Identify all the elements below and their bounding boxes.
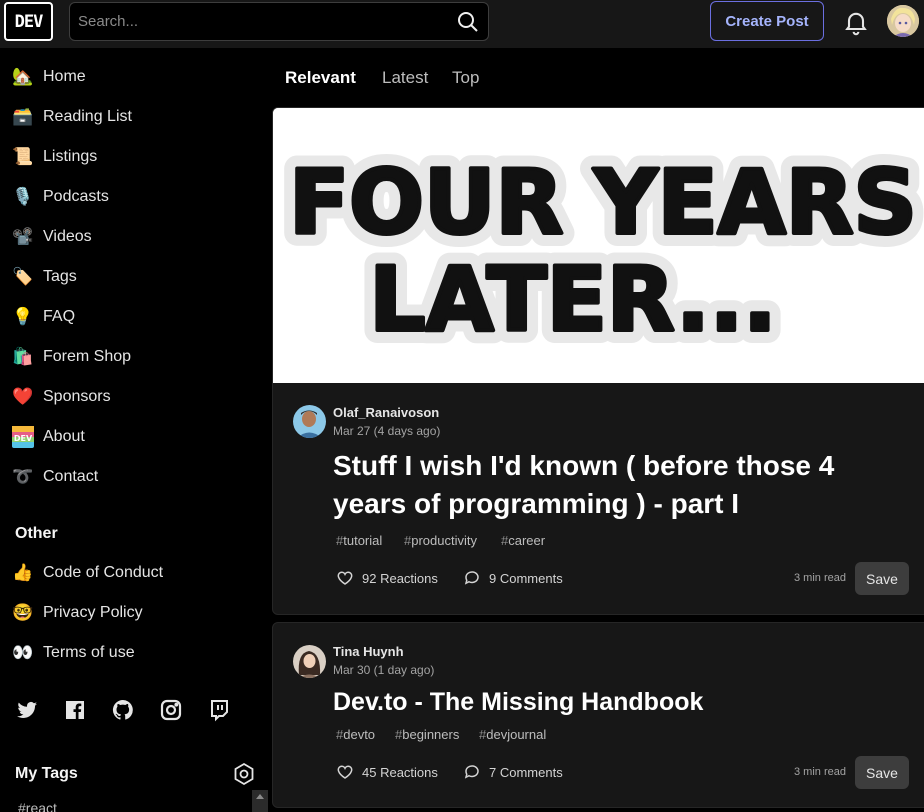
dev-logo[interactable]: DEV: [4, 2, 53, 41]
search-box[interactable]: [69, 2, 489, 41]
post-date[interactable]: Mar 30 (1 day ago): [333, 663, 434, 677]
twitter-icon[interactable]: [15, 698, 39, 722]
comment-icon: [464, 571, 479, 585]
sidebar-item-label: Contact: [43, 468, 99, 485]
sidebar-item-tags[interactable]: 🏷️ Tags: [0, 257, 262, 297]
search-input[interactable]: [70, 3, 450, 40]
reactions-button[interactable]: 45 Reactions: [336, 763, 438, 781]
comments-button[interactable]: 7 Comments: [463, 763, 563, 781]
thumbs-up-icon: 👍: [12, 563, 34, 582]
sidebar-item-about[interactable]: DEV About: [0, 417, 262, 457]
search-icon[interactable]: [456, 10, 480, 34]
twitch-icon[interactable]: [207, 698, 231, 722]
sidebar-item-home[interactable]: 🏡 Home: [0, 57, 262, 97]
sidebar-item-sponsors[interactable]: ❤️ Sponsors: [0, 377, 262, 417]
sidebar-item-privacy-policy[interactable]: 🤓 Privacy Policy: [0, 593, 262, 633]
house-icon: 🏡: [12, 67, 34, 86]
heart-outline-icon: [337, 571, 353, 585]
sidebar-item-faq[interactable]: 💡 FAQ: [0, 297, 262, 337]
post-card[interactable]: Tina Huynh Mar 30 (1 day ago) Dev.to - T…: [272, 622, 924, 808]
video-camera-icon: 📽️: [12, 227, 34, 246]
gear-icon[interactable]: [232, 762, 256, 786]
user-avatar[interactable]: [887, 5, 919, 37]
cover-text-line1: FOUR YEARS: [289, 151, 917, 254]
sidebar-item-terms-of-use[interactable]: 👀 Terms of use: [0, 633, 262, 673]
post-tag[interactable]: #productivity: [404, 533, 477, 548]
post-tag[interactable]: #devjournal: [479, 727, 546, 742]
nerd-face-icon: 🤓: [12, 603, 34, 622]
tab-latest[interactable]: Latest: [382, 68, 428, 88]
save-button[interactable]: Save: [855, 756, 909, 789]
author-name[interactable]: Olaf_Ranaivoson: [333, 405, 439, 420]
top-header: DEV Create Post: [0, 0, 924, 48]
left-sidebar: 🏡 Home 🗃️ Reading List 📜 Listings 🎙️ Pod…: [0, 48, 268, 812]
sidebar-item-label: Home: [43, 68, 86, 85]
github-icon[interactable]: [111, 698, 135, 722]
card-box-icon: 🗃️: [12, 107, 34, 126]
save-button[interactable]: Save: [855, 562, 909, 595]
sidebar-item-code-of-conduct[interactable]: 👍 Code of Conduct: [0, 553, 262, 593]
tab-relevant[interactable]: Relevant: [285, 68, 356, 88]
author-avatar[interactable]: [293, 645, 326, 678]
sidebar-scrollbar[interactable]: [252, 790, 268, 812]
author-avatar[interactable]: [293, 405, 326, 438]
sidebar-item-contact[interactable]: ➰ Contact: [0, 457, 262, 497]
comment-icon: [464, 765, 479, 779]
phone-icon: ➰: [12, 467, 34, 486]
sidebar-item-label: Sponsors: [43, 388, 111, 405]
lightbulb-icon: 💡: [12, 307, 34, 326]
my-tag-item[interactable]: #react: [18, 800, 57, 812]
post-tag[interactable]: #tutorial: [336, 533, 382, 548]
post-tag[interactable]: #career: [501, 533, 545, 548]
microphone-icon: 🎙️: [12, 187, 34, 206]
my-tags-title: My Tags: [15, 765, 78, 782]
sidebar-item-label: Code of Conduct: [43, 564, 164, 581]
scroll-up-icon[interactable]: [256, 794, 264, 799]
post-title[interactable]: Stuff I wish I'd known ( before those 4 …: [333, 447, 834, 523]
create-post-button[interactable]: Create Post: [710, 1, 824, 41]
sidebar-item-label: Podcasts: [43, 188, 109, 205]
post-tag[interactable]: #beginners: [395, 727, 459, 742]
sidebar-item-label: Privacy Policy: [43, 604, 143, 621]
post-title[interactable]: Dev.to - The Missing Handbook: [333, 683, 703, 721]
eyes-icon: 👀: [12, 643, 34, 662]
shopping-bags-icon: 🛍️: [12, 347, 34, 366]
svg-text:DEV: DEV: [14, 434, 33, 443]
sidebar-item-label: Reading List: [43, 108, 132, 125]
sidebar-item-reading-list[interactable]: 🗃️ Reading List: [0, 97, 262, 137]
cover-text-line2: LATER...: [369, 248, 776, 351]
post-card[interactable]: FOUR YEARS FOUR YEARS LATER... LATER... …: [272, 107, 924, 615]
instagram-icon[interactable]: [159, 698, 183, 722]
tag-icon: 🏷️: [12, 267, 34, 286]
author-name[interactable]: Tina Huynh: [333, 644, 404, 659]
post-date[interactable]: Mar 27 (4 days ago): [333, 424, 440, 438]
post-tag[interactable]: #devto: [336, 727, 375, 742]
dev-badge-icon: DEV: [12, 426, 34, 448]
sidebar-item-label: Tags: [43, 268, 77, 285]
read-time: 3 min read: [794, 766, 846, 778]
sidebar-item-listings[interactable]: 📜 Listings: [0, 137, 262, 177]
sidebar-item-forem-shop[interactable]: 🛍️ Forem Shop: [0, 337, 262, 377]
post-cover-image[interactable]: FOUR YEARS FOUR YEARS LATER... LATER...: [273, 108, 924, 383]
sidebar-item-label: Listings: [43, 148, 98, 165]
other-section-title: Other: [15, 525, 58, 542]
sidebar-item-label: Terms of use: [43, 644, 135, 661]
sidebar-item-videos[interactable]: 📽️ Videos: [0, 217, 262, 257]
sidebar-item-label: Forem Shop: [43, 348, 132, 365]
scroll-icon: 📜: [12, 147, 34, 166]
comments-button[interactable]: 9 Comments: [463, 569, 563, 587]
read-time: 3 min read: [794, 572, 846, 584]
sidebar-item-label: About: [43, 428, 85, 445]
reactions-button[interactable]: 92 Reactions: [336, 569, 438, 587]
sidebar-item-label: FAQ: [43, 308, 76, 325]
notifications-bell-icon[interactable]: [842, 8, 870, 36]
tab-top[interactable]: Top: [452, 68, 479, 88]
heart-outline-icon: [337, 765, 353, 779]
facebook-icon[interactable]: [63, 698, 87, 722]
sidebar-item-label: Videos: [43, 228, 92, 245]
sidebar-item-podcasts[interactable]: 🎙️ Podcasts: [0, 177, 262, 217]
heart-icon: ❤️: [12, 387, 34, 406]
